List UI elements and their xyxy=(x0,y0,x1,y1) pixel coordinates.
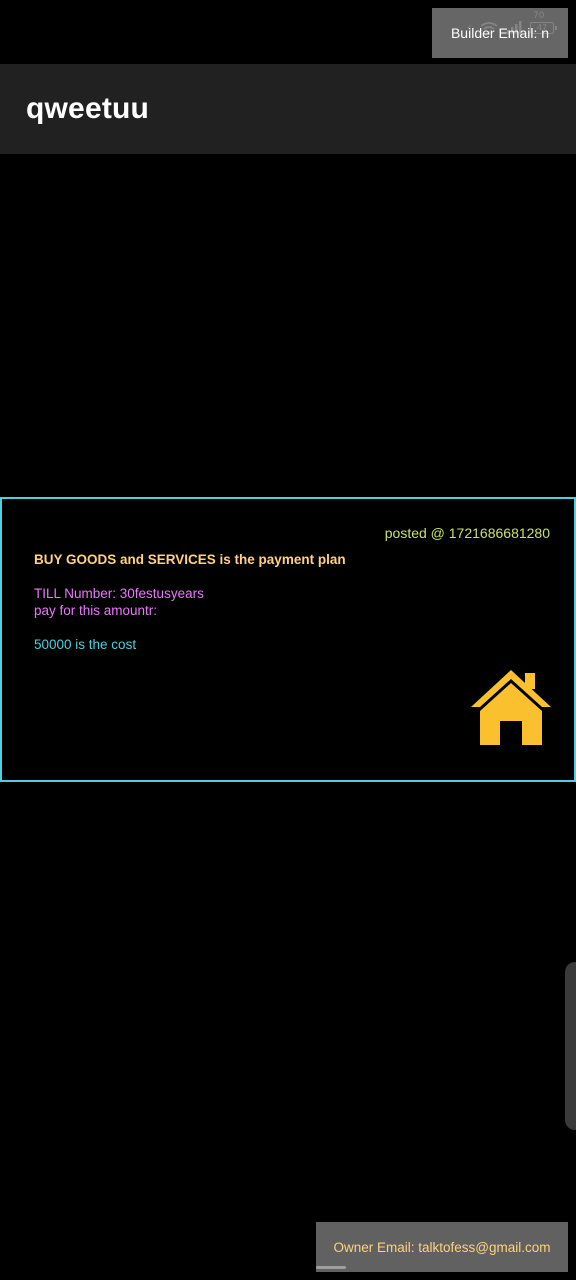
posted-timestamp: posted @ 1721686681280 xyxy=(384,525,550,541)
owner-email-toast: Owner Email: talktofess@gmail.com xyxy=(316,1222,568,1272)
builder-email-tooltip[interactable]: Builder Email: n xyxy=(432,8,568,58)
pay-amount-text: pay for this amountr: xyxy=(34,603,158,618)
edge-panel-handle[interactable] xyxy=(565,962,576,1130)
post-card[interactable]: posted @ 1721686681280 BUY GOODS and SER… xyxy=(0,497,576,782)
payment-plan-text: BUY GOODS and SERVICES is the payment pl… xyxy=(34,552,346,567)
cost-text: 50000 is the cost xyxy=(34,637,137,652)
status-bar: ‹ 70 47 Builder Email: n xyxy=(0,0,576,64)
app-bar: qweetuu xyxy=(0,64,576,154)
gesture-nav-bar[interactable] xyxy=(316,1266,346,1269)
till-number-text: TILL Number: 30festusyears xyxy=(34,586,204,601)
home-icon xyxy=(471,670,551,745)
home-button[interactable] xyxy=(470,669,552,747)
app-title: qweetuu xyxy=(26,92,150,125)
